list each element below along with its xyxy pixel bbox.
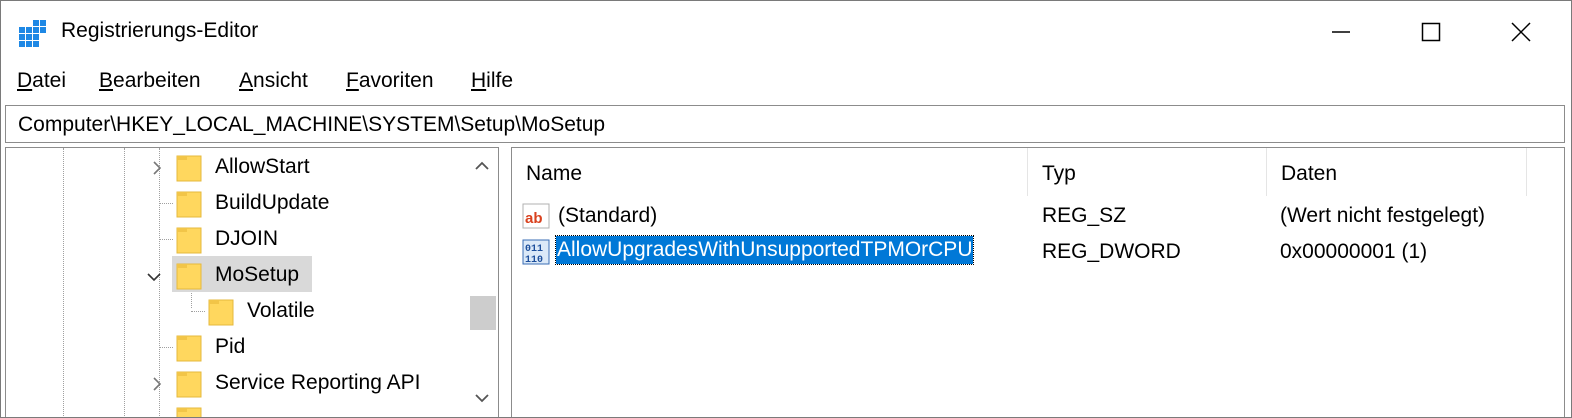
tree-item-mosetup[interactable]: MoSetup	[6, 258, 466, 294]
column-header-daten[interactable]: Daten	[1267, 148, 1525, 196]
tree-scrollbar[interactable]	[466, 148, 498, 417]
dword-value-icon: 011 110	[522, 239, 550, 266]
scroll-down-button[interactable]	[466, 380, 498, 416]
registry-editor-icon	[19, 20, 46, 47]
menu-favoriten-accel: F	[346, 69, 359, 92]
minimize-button[interactable]	[1296, 1, 1386, 63]
close-icon	[1511, 22, 1531, 42]
svg-text:011: 011	[525, 244, 543, 255]
folder-icon	[176, 155, 202, 182]
tree-item-label: Service Reporting API	[215, 371, 421, 394]
address-path[interactable]: Computer\HKEY_LOCAL_MACHINE\SYSTEM\Setup…	[18, 113, 605, 137]
close-button[interactable]	[1476, 1, 1566, 63]
menu-favoriten[interactable]: Favoriten	[346, 69, 434, 93]
title-bar[interactable]: Registrierungs-Editor	[1, 1, 1571, 63]
value-type: REG_DWORD	[1042, 240, 1181, 263]
menu-datei[interactable]: Datei	[17, 69, 66, 93]
value-row[interactable]: ab (Standard) REG_SZ (Wert nicht festgel…	[512, 198, 1562, 234]
column-header-label: Name	[526, 162, 583, 185]
svg-text:110: 110	[525, 255, 543, 266]
value-name: AllowUpgradesWithUnsupportedTPMOrCPU	[554, 235, 975, 265]
menu-bar: Datei Bearbeiten Ansicht Favoriten Hilfe	[1, 65, 1571, 101]
key-tree-pane[interactable]: AllowStart BuildUpdate DJOIN MoSetup Vol…	[5, 147, 499, 417]
tree-item-buildupdate[interactable]: BuildUpdate	[6, 186, 466, 222]
tree-item-pid[interactable]: Pid	[6, 330, 466, 366]
folder-icon	[176, 227, 202, 254]
value-type: REG_SZ	[1042, 204, 1127, 227]
folder-icon	[176, 371, 202, 398]
string-value-icon: ab	[522, 203, 550, 229]
folder-icon	[176, 407, 202, 417]
svg-text:ab: ab	[525, 210, 543, 227]
column-header-typ[interactable]: Typ	[1028, 148, 1265, 196]
maximize-button[interactable]	[1386, 1, 1476, 63]
chevron-right-icon[interactable]	[149, 376, 165, 392]
menu-favoriten-label: avoriten	[358, 69, 434, 92]
chevron-down-icon	[475, 394, 489, 403]
values-list-pane[interactable]: Name Typ Daten ab (Standard) REG_SZ (Wer…	[511, 147, 1565, 417]
menu-ansicht-label: nsicht	[253, 69, 308, 92]
window-title: Registrierungs-Editor	[61, 19, 259, 42]
menu-ansicht-accel: A	[239, 69, 254, 92]
menu-datei-accel: D	[17, 69, 33, 92]
tree-item-label: Pid	[215, 335, 246, 358]
column-header-name[interactable]: Name	[512, 148, 1026, 196]
tree-item-allowstart[interactable]: AllowStart	[6, 150, 466, 186]
value-row-selected[interactable]: 011 110 AllowUpgradesWithUnsupportedTPMO…	[512, 234, 1562, 270]
value-name: (Standard)	[558, 204, 658, 227]
folder-open-icon	[176, 263, 202, 290]
registry-editor-window: Registrierungs-Editor Datei Bearbeiten A…	[0, 0, 1572, 418]
folder-icon	[176, 191, 202, 218]
tree-item-label: Volatile	[247, 299, 315, 322]
chevron-down-icon[interactable]	[146, 269, 162, 285]
chevron-up-icon	[475, 161, 489, 170]
menu-bearbeiten[interactable]: Bearbeiten	[99, 69, 201, 93]
menu-hilfe[interactable]: Hilfe	[471, 69, 513, 93]
menu-hilfe-accel: H	[471, 69, 487, 92]
menu-bearbeiten-label: earbeiten	[113, 69, 201, 92]
menu-bearbeiten-accel: B	[99, 69, 114, 92]
address-bar[interactable]: Computer\HKEY_LOCAL_MACHINE\SYSTEM\Setup…	[5, 105, 1565, 143]
tree-item-label: DJOIN	[215, 227, 278, 250]
tree-item-label: MoSetup	[215, 263, 300, 286]
tree-item-service-reporting-api[interactable]: Service Reporting API	[6, 366, 466, 402]
column-header-label: Typ	[1042, 162, 1076, 185]
folder-icon	[176, 335, 202, 362]
value-data: 0x00000001 (1)	[1280, 240, 1428, 263]
value-data: (Wert nicht festgelegt)	[1280, 204, 1486, 227]
menu-hilfe-label: ilfe	[486, 69, 514, 92]
scroll-thumb[interactable]	[470, 296, 496, 330]
column-divider[interactable]	[1526, 148, 1527, 196]
tree-item-label: BuildUpdate	[215, 191, 330, 214]
tree-item-label: AllowStart	[215, 155, 310, 178]
chevron-right-icon[interactable]	[149, 160, 165, 176]
scroll-up-button[interactable]	[466, 148, 498, 184]
tree-item-partial[interactable]	[6, 402, 466, 417]
minimize-icon	[1332, 31, 1350, 33]
tree-item-djoin[interactable]: DJOIN	[6, 222, 466, 258]
column-header-label: Daten	[1281, 162, 1338, 185]
menu-ansicht[interactable]: Ansicht	[239, 69, 308, 93]
menu-datei-label: atei	[32, 69, 67, 92]
maximize-icon	[1421, 22, 1441, 42]
folder-icon	[208, 299, 234, 326]
tree-item-volatile[interactable]: Volatile	[6, 294, 466, 330]
